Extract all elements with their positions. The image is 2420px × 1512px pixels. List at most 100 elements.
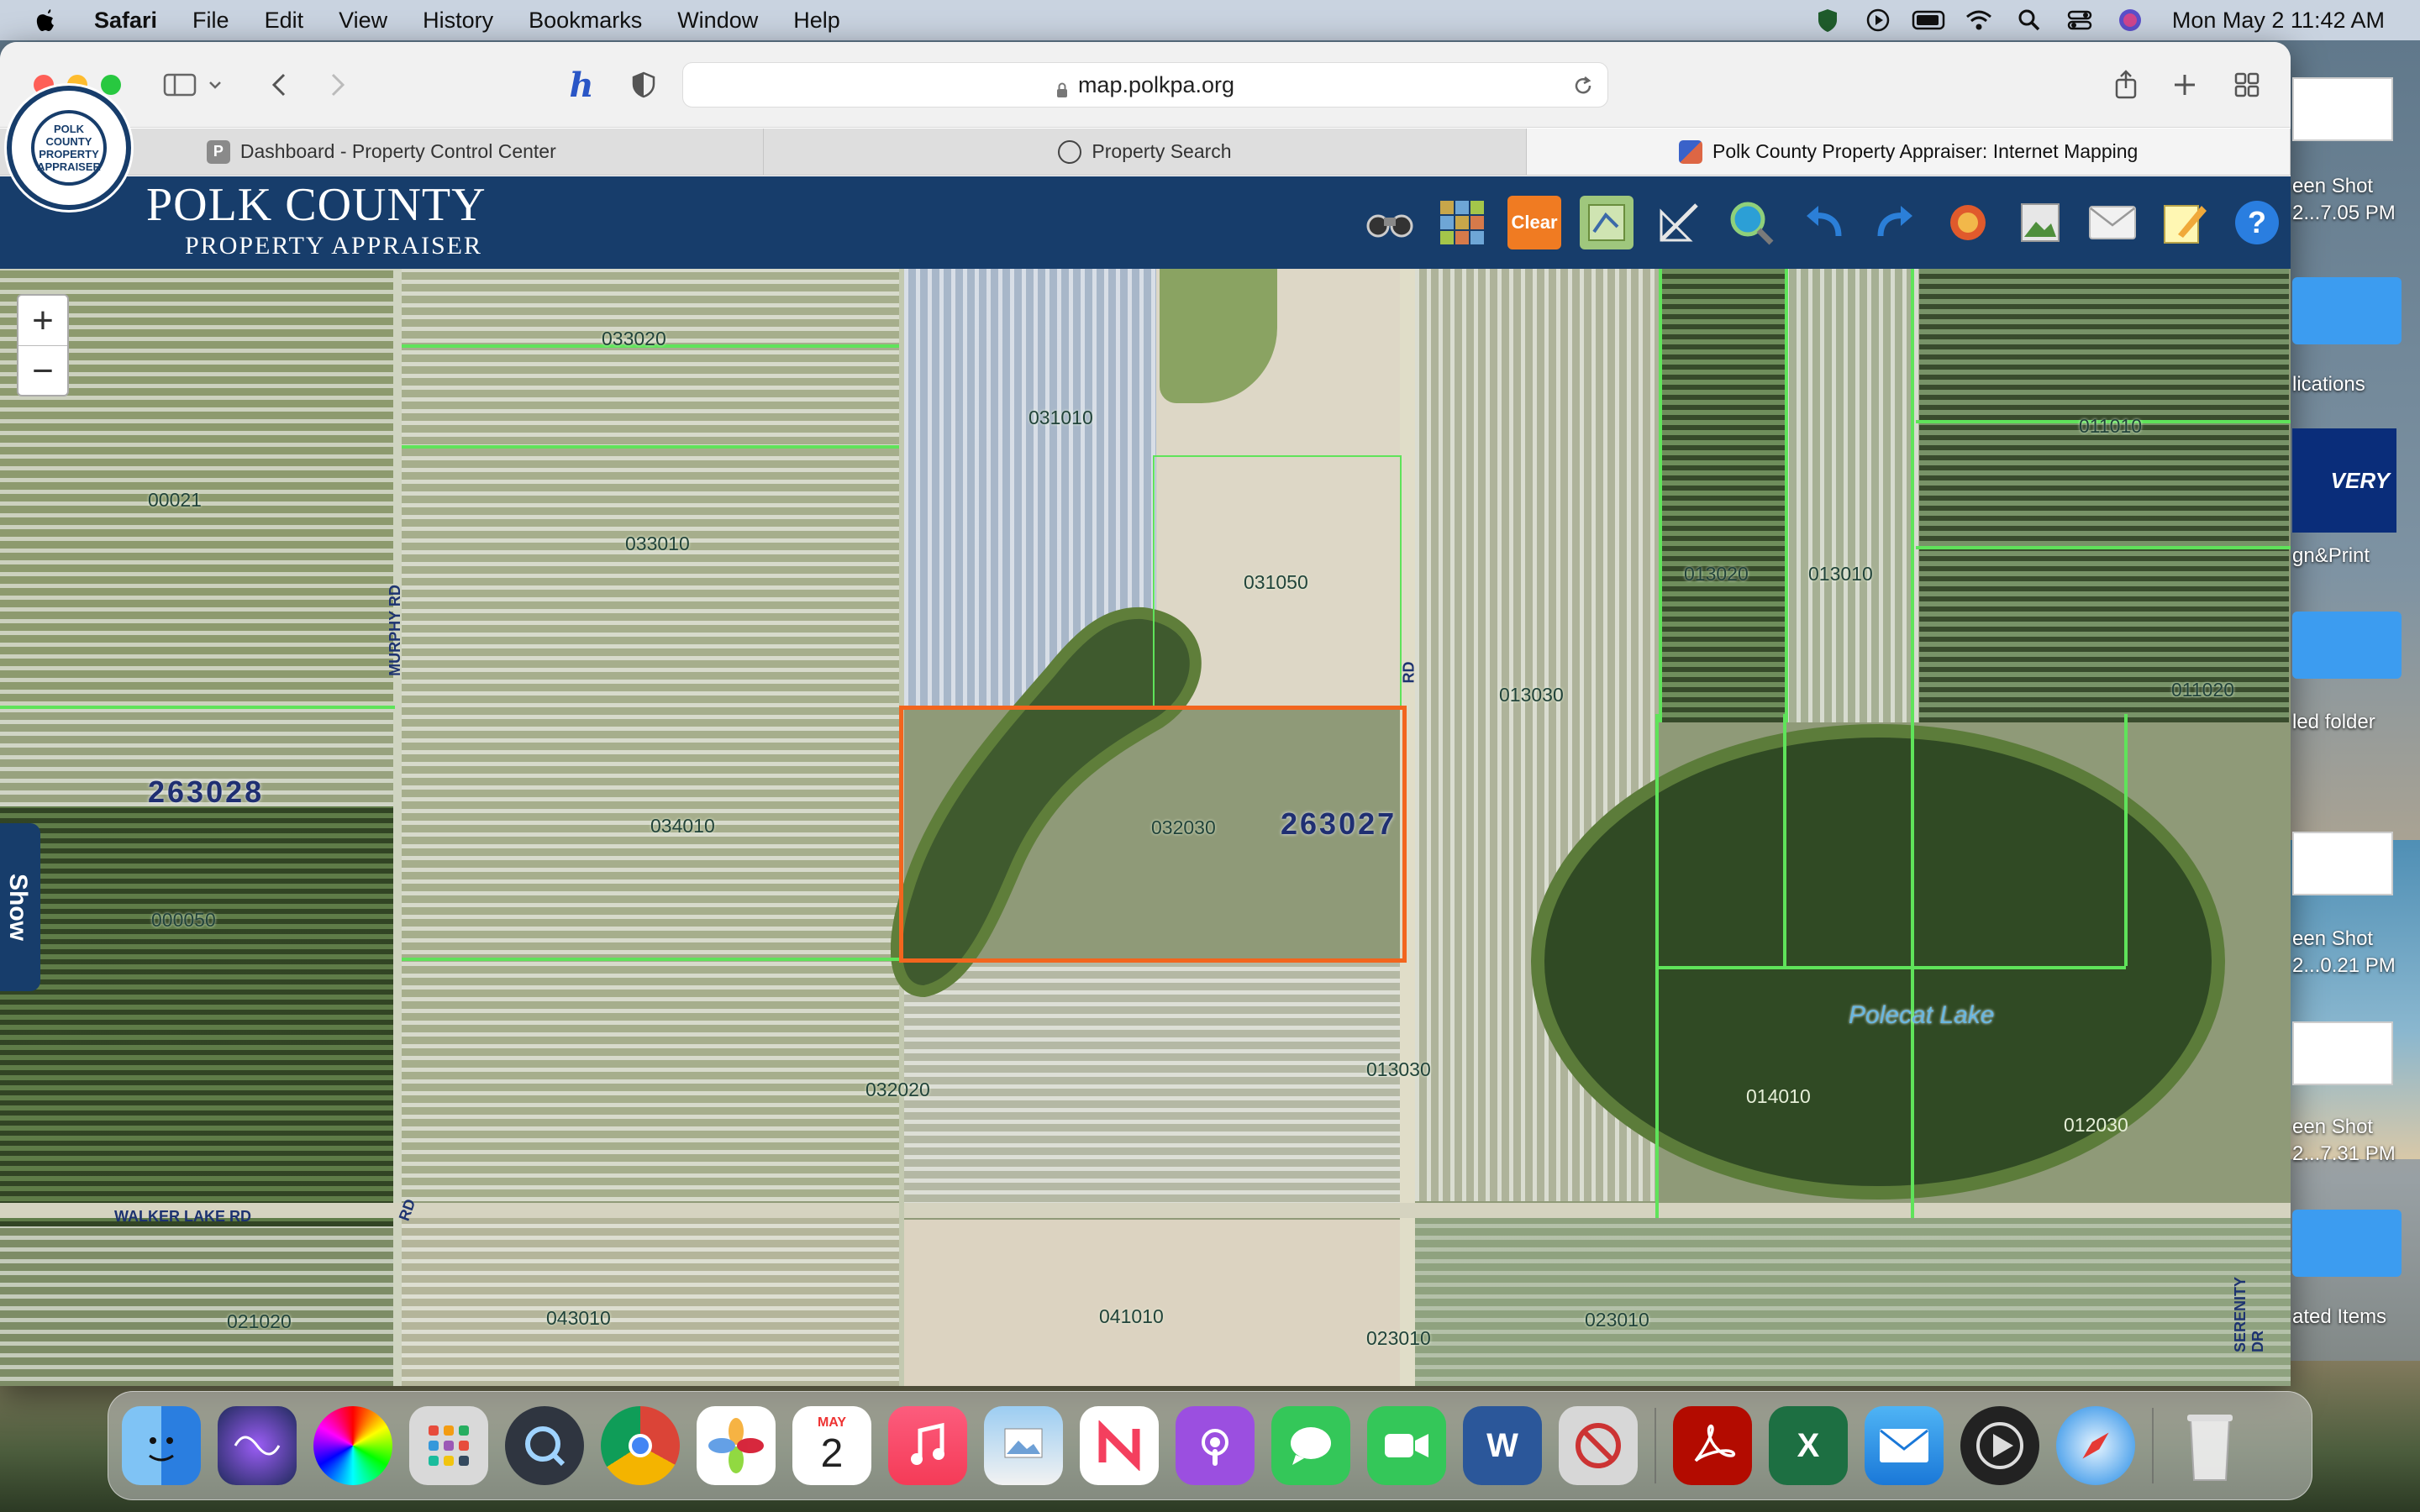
parcel-label[interactable]: 032020 — [865, 1079, 930, 1101]
color-wheel-app-icon[interactable] — [313, 1406, 392, 1485]
parcel-label[interactable]: 013020 — [1684, 563, 1749, 585]
aerial-map[interactable]: 033020 031010 011010 00021 033010 031050… — [0, 269, 2291, 1386]
parcel-label[interactable]: 011010 — [2079, 415, 2142, 438]
news-icon[interactable] — [1080, 1406, 1159, 1485]
parcel-label[interactable]: 023010 — [1366, 1327, 1431, 1350]
parcel-label[interactable]: 014010 — [1746, 1085, 1811, 1108]
mail-icon[interactable] — [1865, 1406, 1944, 1485]
desktop-item-label[interactable]: 2...7.31 PM — [2292, 1142, 2420, 1166]
siri-icon[interactable] — [2113, 6, 2147, 34]
sidebar-toggle-icon[interactable] — [160, 66, 200, 104]
layers-grid-icon[interactable] — [1435, 196, 1489, 249]
parcel-label[interactable]: 031010 — [1028, 407, 1093, 429]
menu-help[interactable]: Help — [793, 8, 840, 34]
parcel-label[interactable]: 023010 — [1585, 1309, 1649, 1331]
parcel-label[interactable]: 043010 — [546, 1307, 611, 1330]
parcel-label[interactable]: 034010 — [650, 815, 715, 837]
excel-icon[interactable]: X — [1769, 1406, 1848, 1485]
desktop-item-label[interactable]: een Shot — [2292, 927, 2420, 951]
chrome-icon[interactable] — [601, 1406, 680, 1485]
map-select-icon[interactable] — [1580, 196, 1634, 249]
parcel-label[interactable]: 00021 — [148, 489, 202, 512]
desktop-screenshot-thumbnail[interactable] — [2292, 1021, 2393, 1085]
word-icon[interactable]: W — [1463, 1406, 1542, 1485]
reload-icon[interactable] — [1570, 73, 1596, 98]
clear-button[interactable]: Clear — [1507, 196, 1561, 249]
parcel-label[interactable]: 012030 — [2064, 1114, 2128, 1137]
trash-icon[interactable] — [2170, 1406, 2249, 1485]
back-button[interactable] — [259, 66, 299, 104]
desktop-item-label[interactable]: 2...7.05 PM — [2292, 202, 2420, 225]
now-playing-icon[interactable] — [1861, 6, 1895, 34]
desktop-item-label[interactable]: ated Items — [2292, 1305, 2420, 1329]
parcel-label[interactable]: 011020 — [2171, 679, 2234, 701]
apple-menu-icon[interactable] — [34, 8, 57, 33]
picture-icon[interactable] — [2013, 196, 2067, 249]
map-overlay-icon[interactable] — [1941, 196, 1995, 249]
desktop-screenshot-thumbnail[interactable] — [2292, 77, 2393, 141]
desktop-item-label[interactable]: een Shot — [2292, 175, 2420, 198]
battery-icon[interactable] — [1912, 6, 1945, 34]
music-icon[interactable] — [888, 1406, 967, 1485]
wifi-icon[interactable] — [1962, 6, 1996, 34]
parcel-label[interactable]: 000050 — [151, 909, 216, 932]
help-icon[interactable]: ? — [2230, 196, 2284, 249]
calendar-icon[interactable]: MAY 2 — [792, 1406, 871, 1485]
podcasts-icon[interactable] — [1176, 1406, 1255, 1485]
menu-app-safari[interactable]: Safari — [94, 8, 157, 34]
safari-app-icon[interactable] — [2056, 1406, 2135, 1485]
facetime-icon[interactable] — [1367, 1406, 1446, 1485]
share-icon[interactable] — [2106, 66, 2146, 104]
final-cut-blocked-icon[interactable] — [1559, 1406, 1638, 1485]
honey-extension-icon[interactable]: h — [561, 66, 602, 105]
quicktime-icon[interactable] — [505, 1406, 584, 1485]
desktop-item-label[interactable]: een Shot — [2292, 1116, 2420, 1139]
photos-icon[interactable] — [697, 1406, 776, 1485]
folder-icon[interactable] — [2292, 1210, 2402, 1277]
new-tab-icon[interactable] — [2165, 66, 2205, 104]
measure-tool-icon[interactable] — [1652, 196, 1706, 249]
applications-folder-icon[interactable] — [2292, 277, 2402, 344]
desktop-screenshot-thumbnail[interactable] — [2292, 832, 2393, 895]
zoom-out-button[interactable]: − — [18, 346, 67, 395]
shield-extension-icon[interactable] — [1811, 6, 1844, 34]
tab-property-search[interactable]: Property Search — [764, 129, 1528, 175]
zoom-globe-icon[interactable] — [1724, 196, 1778, 249]
forward-button[interactable] — [318, 66, 358, 104]
menu-edit[interactable]: Edit — [265, 8, 304, 34]
launchpad-icon[interactable] — [409, 1406, 488, 1485]
menu-history[interactable]: History — [423, 8, 493, 34]
parcel-label[interactable]: 041010 — [1099, 1305, 1164, 1328]
menu-bookmarks[interactable]: Bookmarks — [529, 8, 642, 34]
menu-window[interactable]: Window — [677, 8, 758, 34]
chevron-down-icon[interactable] — [205, 66, 225, 104]
notes-edit-icon[interactable] — [2158, 196, 2212, 249]
control-center-icon[interactable] — [2063, 6, 2096, 34]
tab-overview-icon[interactable] — [2227, 66, 2267, 104]
media-player-icon[interactable] — [1960, 1406, 2039, 1485]
parcel-label[interactable]: 032030 — [1151, 816, 1216, 839]
tab-internet-mapping[interactable]: Polk County Property Appraiser: Internet… — [1527, 129, 2291, 175]
parcel-label[interactable]: 033020 — [602, 328, 666, 350]
redo-icon[interactable] — [1869, 196, 1923, 249]
messages-icon[interactable] — [1271, 1406, 1350, 1485]
acrobat-icon[interactable] — [1673, 1406, 1752, 1485]
parcel-label[interactable]: 013030 — [1499, 684, 1564, 706]
desktop-item-label[interactable]: lications — [2292, 373, 2420, 396]
menu-view[interactable]: View — [339, 8, 387, 34]
avery-app-icon[interactable]: VERY — [2292, 428, 2396, 533]
folder-icon[interactable] — [2292, 612, 2402, 679]
email-icon[interactable] — [2086, 196, 2139, 249]
desktop-item-label[interactable]: 2...0.21 PM — [2292, 954, 2420, 978]
zoom-in-button[interactable]: + — [18, 296, 67, 346]
parcel-label[interactable]: 013030 — [1366, 1058, 1431, 1081]
menu-file[interactable]: File — [192, 8, 229, 34]
parcel-label[interactable]: 031050 — [1244, 571, 1308, 594]
binoculars-search-icon[interactable] — [1363, 196, 1417, 249]
show-panel-tab[interactable]: Show — [0, 823, 40, 991]
window-zoom-button[interactable] — [101, 75, 121, 95]
desktop-item-label[interactable]: led folder — [2292, 711, 2420, 734]
preview-icon[interactable] — [984, 1406, 1063, 1485]
spotlight-search-icon[interactable] — [2012, 6, 2046, 34]
address-bar[interactable]: map.polkpa.org — [682, 62, 1608, 108]
